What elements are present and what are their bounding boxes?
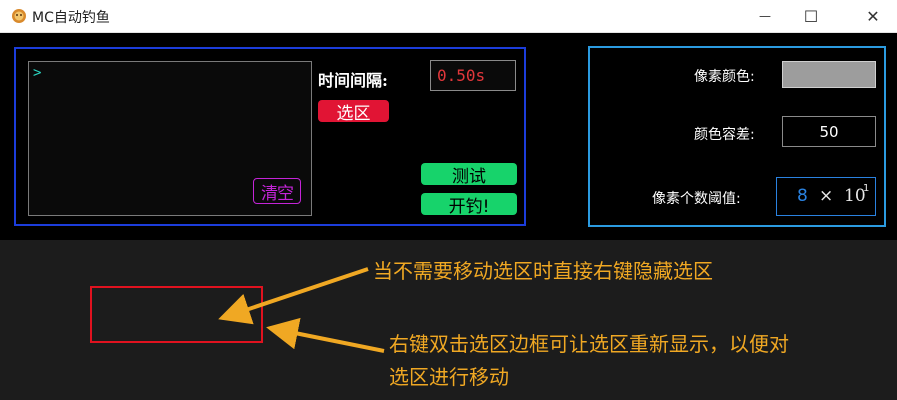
show-region-note-line1: 右键双击选区边框可让选区重新显示，以便对: [389, 332, 789, 356]
hide-region-note: 当不需要移动选区时直接右键隐藏选区: [373, 259, 713, 283]
show-note-arrow: [266, 317, 385, 353]
show-region-note-line2: 选区进行移动: [389, 365, 509, 389]
hide-note-arrow: [218, 267, 369, 325]
